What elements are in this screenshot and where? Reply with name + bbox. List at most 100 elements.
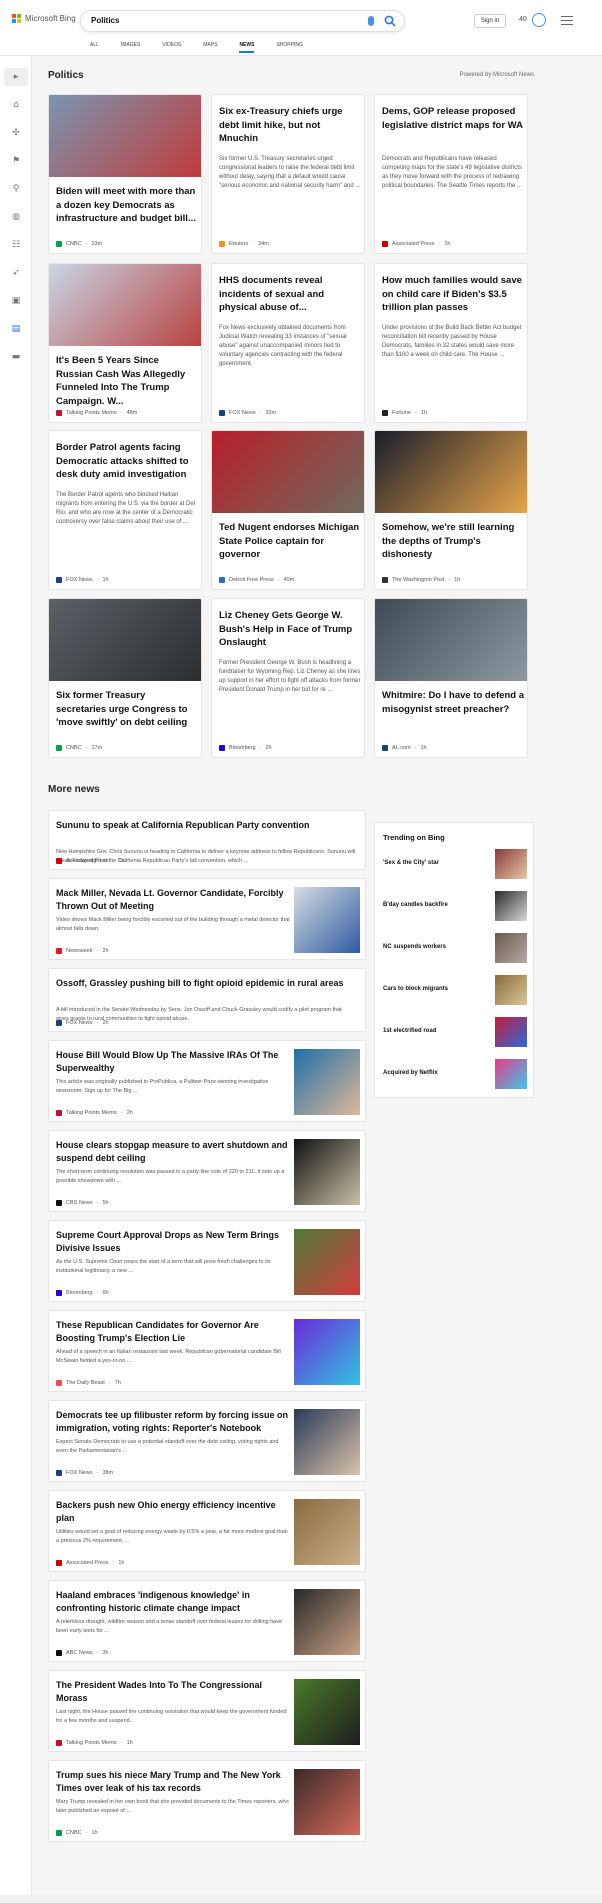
news-card[interactable]: Whitmire: Do I have to defend a misogyni…	[374, 598, 528, 758]
entertainment-icon[interactable]: ▣	[9, 294, 23, 308]
news-card[interactable]: Ted Nugent endorses Michigan State Polic…	[211, 430, 365, 590]
more-news-item[interactable]: The President Wades Into To The Congress…	[48, 1670, 366, 1752]
card-title[interactable]: Six former Treasury secretaries urge Con…	[56, 689, 198, 730]
trending-label[interactable]: Acquired by Netflix	[383, 1070, 438, 1076]
home-icon[interactable]: ⌂	[9, 98, 23, 112]
tab-all[interactable]: ALL	[90, 42, 99, 53]
news-title[interactable]: House Bill Would Blow Up The Massive IRA…	[56, 1049, 290, 1075]
news-title[interactable]: Trump sues his niece Mary Trump and The …	[56, 1769, 290, 1795]
more-news-item[interactable]: House clears stopgap measure to avert sh…	[48, 1130, 366, 1212]
trending-label[interactable]: NC suspends workers	[383, 944, 446, 950]
news-title[interactable]: Supreme Court Approval Drops as New Term…	[56, 1229, 290, 1255]
card-title[interactable]: Biden will meet with more than a dozen k…	[56, 185, 198, 226]
trending-thumbnail[interactable]	[495, 975, 527, 1005]
news-title[interactable]: Sununu to speak at California Republican…	[56, 819, 356, 832]
news-thumbnail[interactable]	[294, 1229, 360, 1295]
rocket-icon[interactable]: ➶	[9, 266, 23, 280]
search-icon[interactable]	[384, 15, 396, 27]
trending-label[interactable]: 1st electrified road	[383, 1028, 436, 1034]
news-card[interactable]: How much families would save on child ca…	[374, 263, 528, 423]
trending-item[interactable]: Cars to block migrants	[383, 975, 527, 1005]
card-title[interactable]: How much families would save on child ca…	[382, 274, 524, 315]
news-thumbnail[interactable]	[294, 887, 360, 953]
news-title[interactable]: Haaland embraces 'indigenous knowledge' …	[56, 1589, 290, 1615]
tab-news[interactable]: NEWS	[239, 42, 255, 53]
news-thumbnail[interactable]	[294, 1319, 360, 1385]
news-thumbnail[interactable]	[294, 1769, 360, 1835]
card-title[interactable]: HHS documents reveal incidents of sexual…	[219, 274, 361, 315]
news-card[interactable]: Border Patrol agents facing Democratic a…	[48, 430, 202, 590]
rewards-medal-icon[interactable]	[532, 13, 546, 27]
news-thumbnail[interactable]	[294, 1499, 360, 1565]
news-card[interactable]: Somehow, we're still learning the depths…	[374, 430, 528, 590]
news-thumbnail[interactable]	[294, 1049, 360, 1115]
news-title[interactable]: Mack Miller, Nevada Lt. Governor Candida…	[56, 887, 290, 913]
tab-shopping[interactable]: SHOPPING	[276, 42, 302, 53]
politics-icon[interactable]: ▤	[9, 322, 23, 336]
tab-maps[interactable]: MAPS	[203, 42, 217, 53]
card-title[interactable]: Whitmire: Do I have to defend a misogyni…	[382, 689, 524, 716]
news-thumbnail[interactable]	[294, 1679, 360, 1745]
hamburger-menu-icon[interactable]	[561, 16, 573, 25]
news-title[interactable]: Backers push new Ohio energy efficiency …	[56, 1499, 290, 1525]
sign-in-button[interactable]: Sign in	[474, 14, 506, 28]
news-title[interactable]: The President Wades Into To The Congress…	[56, 1679, 290, 1705]
trending-item[interactable]: NC suspends workers	[383, 933, 527, 963]
more-news-item[interactable]: Democrats tee up filibuster reform by fo…	[48, 1400, 366, 1482]
card-title[interactable]: It's Been 5 Years Since Russian Cash Was…	[56, 354, 198, 408]
news-card[interactable]: Dems, GOP release proposed legislative d…	[374, 94, 528, 254]
news-card[interactable]: HHS documents reveal incidents of sexual…	[211, 263, 365, 423]
trending-item[interactable]: 'Sex & the City' star	[383, 849, 527, 879]
location-icon[interactable]: ⚲	[9, 182, 23, 196]
bing-logo[interactable]: Microsoft Bing	[12, 14, 76, 23]
more-news-item[interactable]: Supreme Court Approval Drops as New Term…	[48, 1220, 366, 1302]
card-title[interactable]: Six ex-Treasury chiefs urge debt limit h…	[219, 105, 361, 146]
trending-thumbnail[interactable]	[495, 849, 527, 879]
more-news-item[interactable]: Sununu to speak at California Republican…	[48, 810, 366, 870]
more-news-item[interactable]: These Republican Candidates for Governor…	[48, 1310, 366, 1392]
rewards-points[interactable]: 40	[519, 16, 527, 23]
more-news-item[interactable]: Mack Miller, Nevada Lt. Governor Candida…	[48, 878, 366, 960]
more-news-item[interactable]: Trump sues his niece Mary Trump and The …	[48, 1760, 366, 1842]
trending-thumbnail[interactable]	[495, 1017, 527, 1047]
trending-thumbnail[interactable]	[495, 891, 527, 921]
card-title[interactable]: Somehow, we're still learning the depths…	[382, 521, 524, 562]
news-thumbnail[interactable]	[294, 1409, 360, 1475]
news-title[interactable]: Ossoff, Grassley pushing bill to fight o…	[56, 977, 356, 990]
news-card[interactable]: Six ex-Treasury chiefs urge debt limit h…	[211, 94, 365, 254]
card-title[interactable]: Ted Nugent endorses Michigan State Polic…	[219, 521, 361, 562]
business-icon[interactable]: ☷	[9, 238, 23, 252]
bookmark-icon[interactable]: ✣	[9, 126, 23, 140]
card-title[interactable]: Border Patrol agents facing Democratic a…	[56, 441, 198, 482]
news-title[interactable]: Democrats tee up filibuster reform by fo…	[56, 1409, 290, 1435]
news-title[interactable]: House clears stopgap measure to avert sh…	[56, 1139, 290, 1165]
trending-item[interactable]: 1st electrified road	[383, 1017, 527, 1047]
news-card[interactable]: Liz Cheney Gets George W. Bush's Help in…	[211, 598, 365, 758]
flag-icon[interactable]: ⚑	[9, 154, 23, 168]
news-thumbnail[interactable]	[294, 1139, 360, 1205]
news-card[interactable]: Six former Treasury secretaries urge Con…	[48, 598, 202, 758]
search-box[interactable]: Politics	[80, 10, 405, 32]
more-news-item[interactable]: Ossoff, Grassley pushing bill to fight o…	[48, 968, 366, 1032]
money-icon[interactable]: ▬	[9, 350, 23, 364]
trending-label[interactable]: 'Sex & the City' star	[383, 860, 439, 866]
more-news-item[interactable]: House Bill Would Blow Up The Massive IRA…	[48, 1040, 366, 1122]
chevron-right-icon[interactable]: ▸	[9, 70, 23, 84]
trending-item[interactable]: Acquired by Netflix	[383, 1059, 527, 1089]
trending-thumbnail[interactable]	[495, 933, 527, 963]
more-news-item[interactable]: Backers push new Ohio energy efficiency …	[48, 1490, 366, 1572]
news-thumbnail[interactable]	[294, 1589, 360, 1655]
microphone-icon[interactable]	[368, 16, 374, 26]
trending-item[interactable]: B'day candles backfire	[383, 891, 527, 921]
trending-thumbnail[interactable]	[495, 1059, 527, 1089]
news-card[interactable]: It's Been 5 Years Since Russian Cash Was…	[48, 263, 202, 423]
globe-icon[interactable]: ◍	[9, 210, 23, 224]
trending-label[interactable]: B'day candles backfire	[383, 902, 448, 908]
more-news-item[interactable]: Haaland embraces 'indigenous knowledge' …	[48, 1580, 366, 1662]
card-title[interactable]: Liz Cheney Gets George W. Bush's Help in…	[219, 609, 361, 650]
tab-videos[interactable]: VIDEOS	[162, 42, 181, 53]
tab-images[interactable]: IMAGES	[121, 42, 140, 53]
news-title[interactable]: These Republican Candidates for Governor…	[56, 1319, 290, 1345]
card-title[interactable]: Dems, GOP release proposed legislative d…	[382, 105, 524, 132]
news-card[interactable]: Biden will meet with more than a dozen k…	[48, 94, 202, 254]
